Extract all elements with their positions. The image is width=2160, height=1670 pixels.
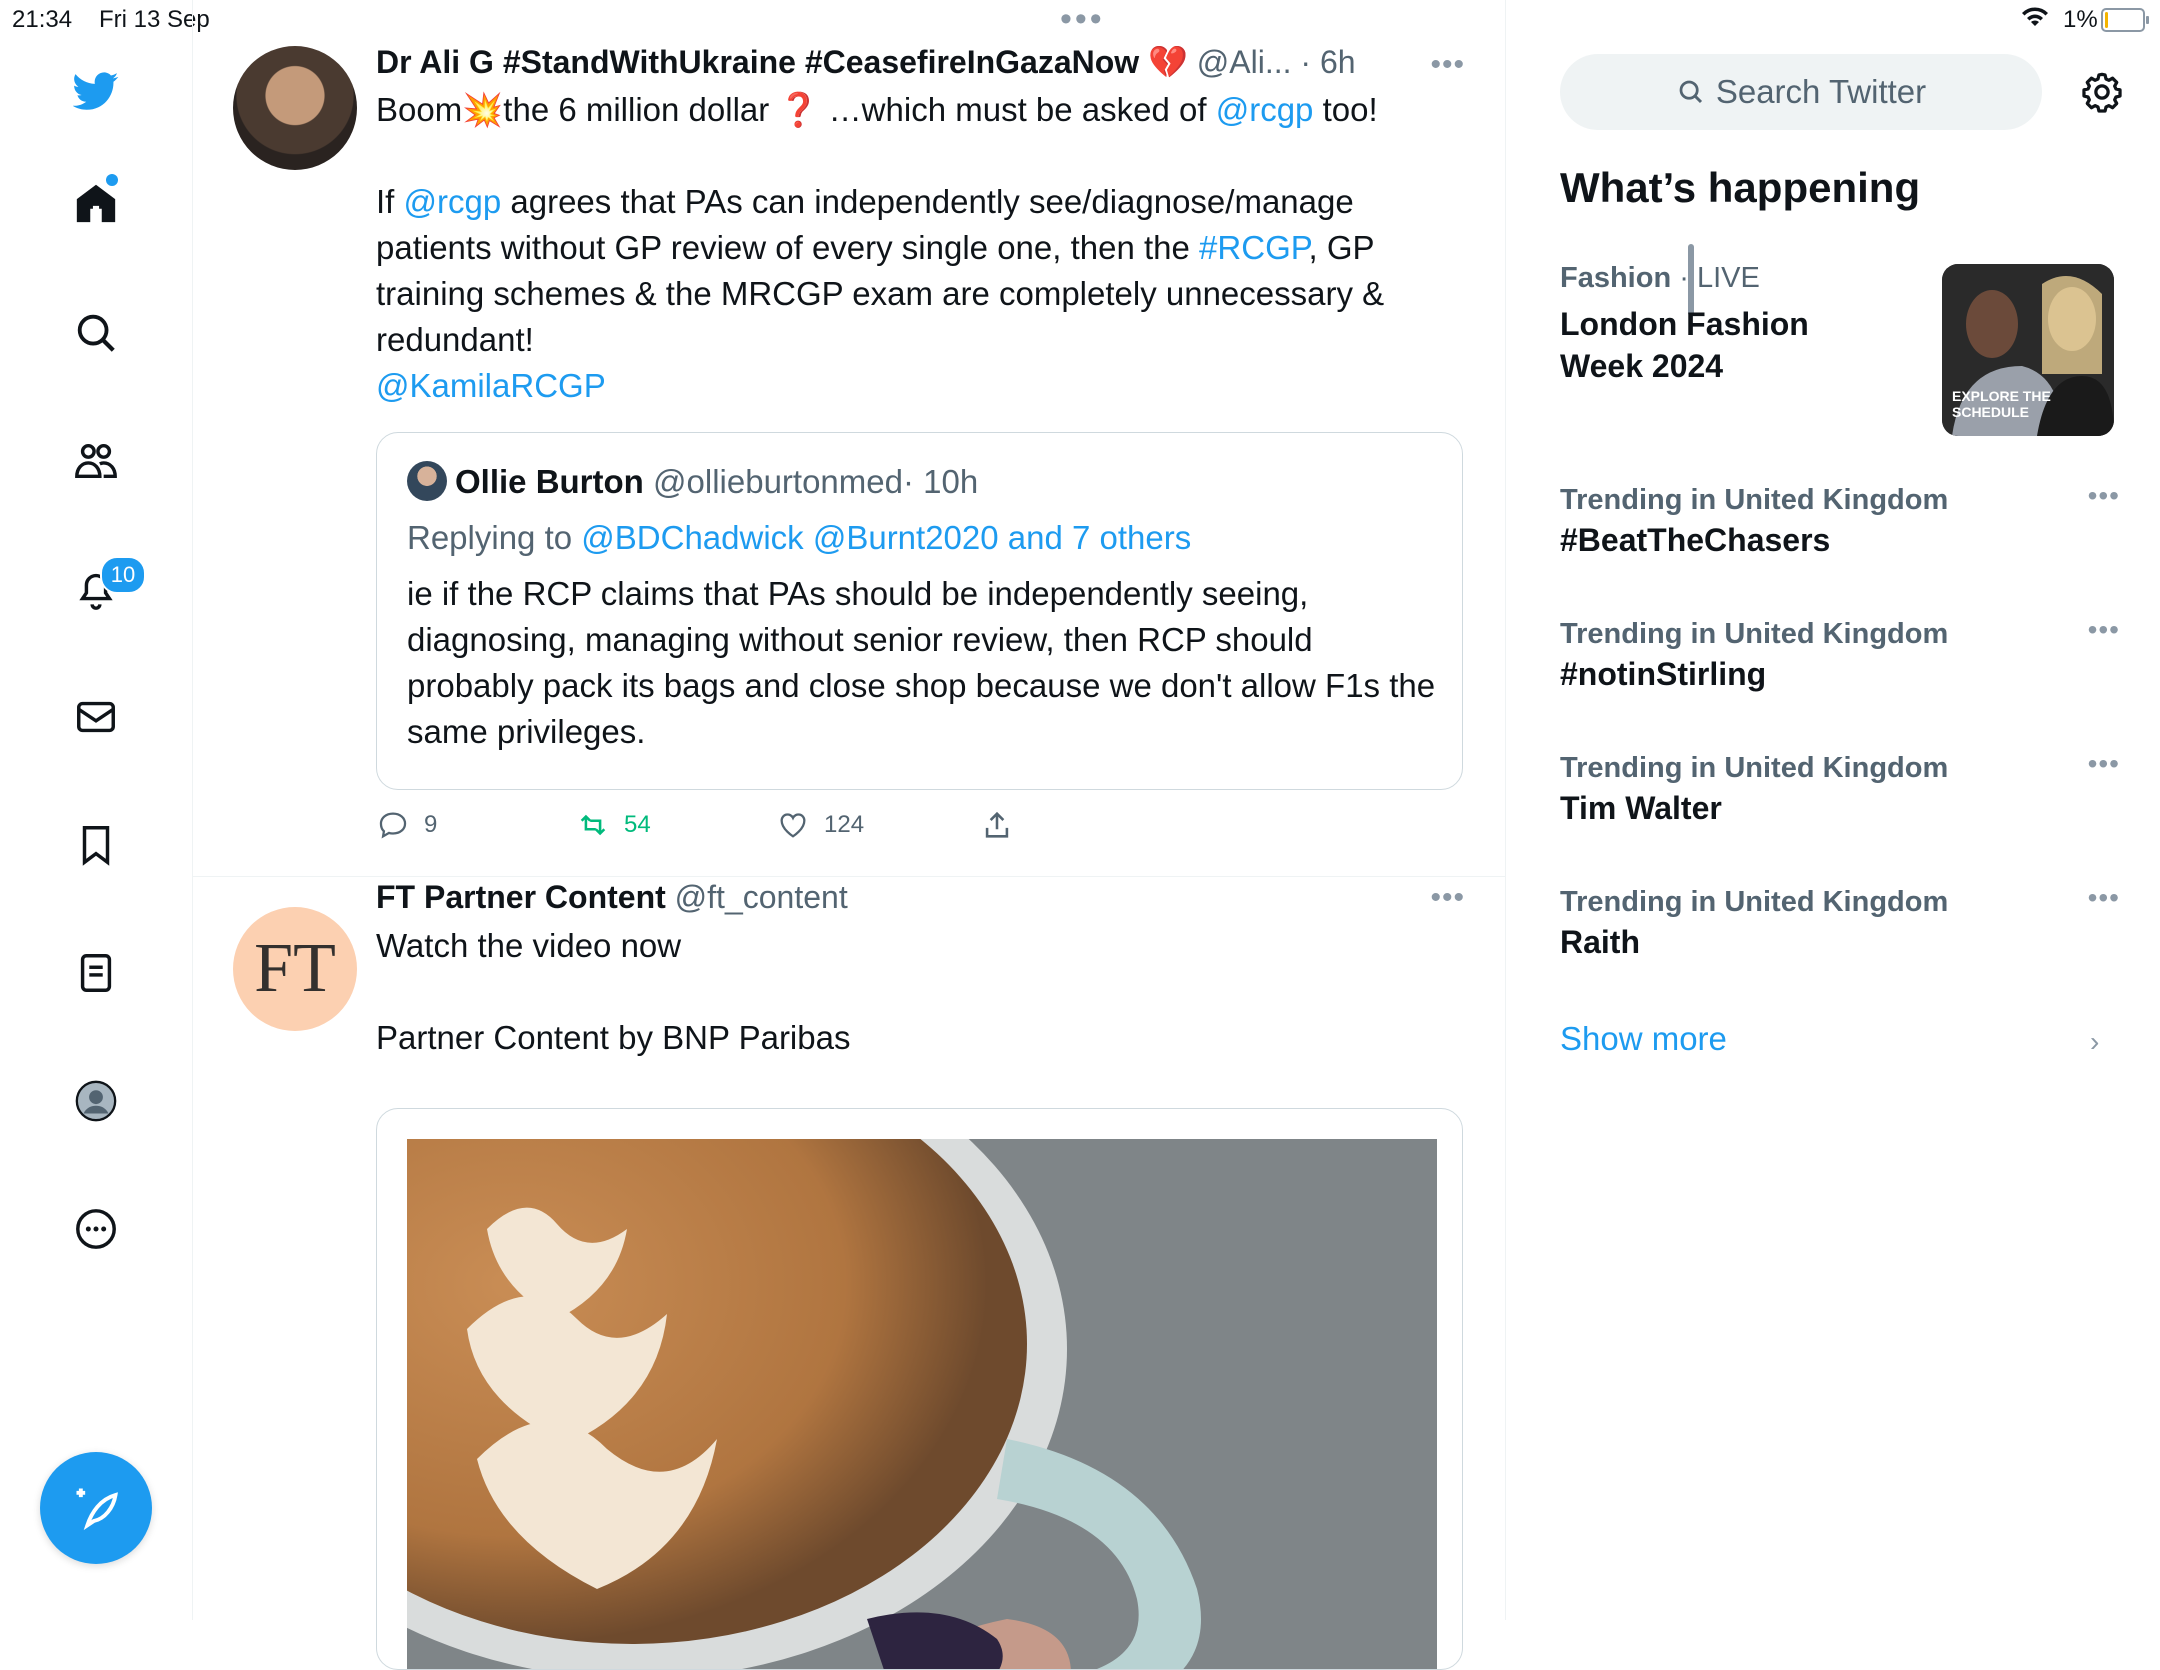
lists-icon[interactable] — [65, 942, 127, 1004]
reply-count: 9 — [424, 811, 438, 838]
bookmarks-icon[interactable] — [65, 814, 127, 876]
hashtag-link[interactable]: #RCGP — [1199, 229, 1308, 266]
timeline: Dr Ali G #StandWithUkraine #CeasefireInG… — [193, 0, 1694, 1670]
trend-title: London Fashion Week 2024 — [1560, 306, 1809, 384]
tweet-actions: 9 54 124 — [376, 808, 1376, 858]
replying-links[interactable]: @BDChadwick @Burnt2020 and 7 others — [581, 519, 1191, 556]
tweet[interactable]: FT FT Partner Content @ft_content Watch … — [193, 877, 1505, 1670]
trend-more-button[interactable]: ••• — [2088, 480, 2120, 512]
text-segment: too! — [1313, 91, 1378, 128]
tweet-header: Dr Ali G #StandWithUkraine #CeasefireInG… — [376, 40, 1465, 84]
retweet-icon — [580, 814, 606, 836]
avatar[interactable]: FT — [233, 907, 357, 1031]
tweet-content: Dr Ali G #StandWithUkraine #CeasefireInG… — [376, 40, 1465, 409]
trend-more-button[interactable]: ••• — [2088, 748, 2120, 780]
quoted-tweet[interactable]: Ollie Burton @ollieburtonmed· 10h Replyi… — [376, 432, 1463, 790]
communities-icon[interactable] — [65, 430, 127, 492]
trend-item[interactable]: Trending in United Kingdom #BeatTheChase… — [1560, 480, 2120, 561]
avatar[interactable] — [233, 46, 357, 170]
quoted-author-name: Ollie Burton — [455, 463, 644, 500]
settings-gear-icon[interactable] — [2076, 66, 2128, 118]
trend-meta: Trending in United Kingdom — [1560, 886, 1949, 918]
author-handle[interactable]: @ft_content — [675, 879, 848, 915]
trend-more-button[interactable]: ••• — [2088, 882, 2120, 914]
mention-link[interactable]: @KamilaRCGP — [376, 363, 1465, 409]
chevron-right-icon: › — [2090, 1026, 2100, 1057]
reply-icon — [379, 812, 407, 839]
profile-icon[interactable] — [65, 1070, 127, 1132]
tweet-line-1: Boom💥the 6 million dollar ❓ …which must … — [376, 87, 1465, 133]
tweet-line-2: Partner Content by BNP Paribas — [376, 1019, 851, 1056]
trend-meta: Trending in United Kingdom — [1560, 484, 1949, 516]
trend-item[interactable]: Trending in United Kingdom #notinStirlin… — [1560, 614, 2120, 695]
author-name[interactable]: FT Partner Content — [376, 879, 666, 915]
home-unread-dot — [106, 174, 118, 186]
text-segment: If — [376, 183, 404, 220]
media-video-thumbnail[interactable] — [407, 1139, 1437, 1669]
search-input[interactable]: Search Twitter — [1560, 54, 2042, 130]
replying-prefix: Replying to — [407, 519, 582, 556]
author-handle[interactable]: @Ali... — [1197, 44, 1292, 80]
retweet-count: 54 — [624, 811, 651, 838]
right-sidebar: Search Twitter What’s happening Fashion … — [1506, 0, 2160, 1620]
share-icon — [985, 811, 1009, 838]
explore-icon[interactable] — [65, 302, 127, 364]
trend-title: #notinStirling — [1560, 656, 1767, 692]
tweet-text: Boom💥the 6 million dollar ❓ …which must … — [376, 87, 1465, 409]
show-more-link[interactable]: Show more — [1560, 1020, 1727, 1058]
mention-link[interactable]: @rcgp — [404, 183, 502, 220]
latte-art-image — [407, 1139, 1437, 1669]
trend-title: Tim Walter — [1560, 790, 1722, 826]
compose-tweet-button[interactable] — [40, 1452, 152, 1564]
quoted-tweet-header: Ollie Burton @ollieburtonmed· 10h — [407, 461, 978, 501]
quoted-tweet-time: · 10h — [902, 463, 979, 500]
retweet-button[interactable]: 54 — [576, 808, 651, 842]
trend-live-status: · LIVE — [1671, 262, 1760, 294]
share-button[interactable] — [980, 808, 1014, 842]
trend-thumbnail[interactable]: EXPLORE THE SCHEDULE — [1942, 264, 2114, 436]
left-nav: 10 — [0, 0, 193, 1620]
like-button[interactable]: 124 — [776, 808, 864, 842]
whats-happening-heading: What’s happening — [1560, 164, 1921, 211]
compose-feather-icon — [76, 1488, 118, 1531]
trend-title: Raith — [1560, 924, 1640, 960]
text-segment: Boom💥the 6 million dollar ❓ …which must … — [376, 91, 1216, 128]
quoted-tweet-text: ie if the RCP claims that PAs should be … — [407, 575, 1436, 750]
search-placeholder: Search Twitter — [1715, 73, 1927, 110]
trend-meta: Trending in United Kingdom — [1560, 752, 1949, 784]
tweet-time[interactable]: · 6h — [1300, 44, 1355, 80]
heart-icon — [780, 813, 806, 838]
quoted-author-handle: @ollieburtonmed — [653, 463, 903, 500]
tweet-more-button[interactable]: ••• — [1430, 48, 1465, 82]
trend-title: #BeatTheChasers — [1560, 522, 1831, 558]
mention-link[interactable]: @rcgp — [1216, 91, 1314, 128]
messages-icon[interactable] — [65, 686, 127, 748]
trend-item[interactable]: Trending in United Kingdom Tim Walter ••… — [1560, 748, 2120, 829]
tweet[interactable]: Dr Ali G #StandWithUkraine #CeasefireInG… — [193, 40, 1505, 877]
author-name[interactable]: Dr Ali G #StandWithUkraine #CeasefireInG… — [376, 44, 1188, 80]
trend-more-button[interactable]: ••• — [2088, 614, 2120, 646]
trend-category: Fashion — [1560, 262, 1672, 294]
tweet-content: FT Partner Content @ft_content Watch the… — [376, 877, 1465, 1061]
trend-item[interactable]: Trending in United Kingdom Raith ••• — [1560, 882, 2120, 963]
tweet-line-1: Watch the video now — [376, 927, 682, 964]
more-icon[interactable] — [65, 1198, 127, 1260]
reply-button[interactable]: 9 — [376, 808, 437, 842]
tweet-header: FT Partner Content @ft_content — [376, 875, 1465, 919]
thumbnail-caption: EXPLORE THE SCHEDULE — [1952, 388, 2051, 420]
notification-count-badge: 10 — [100, 556, 146, 594]
quoted-avatar — [407, 461, 447, 501]
tweet-paragraph-2: If @rcgp agrees that PAs can independent… — [376, 179, 1436, 363]
replying-to: Replying to @BDChadwick @Burnt2020 and 7… — [407, 519, 1191, 557]
search-icon — [1679, 80, 1702, 104]
tweet-media[interactable] — [376, 1108, 1463, 1670]
trend-meta: Trending in United Kingdom — [1560, 618, 1949, 650]
twitter-logo-icon[interactable] — [65, 60, 127, 122]
tweet-more-button[interactable]: ••• — [1430, 881, 1465, 915]
like-count: 124 — [824, 811, 865, 838]
